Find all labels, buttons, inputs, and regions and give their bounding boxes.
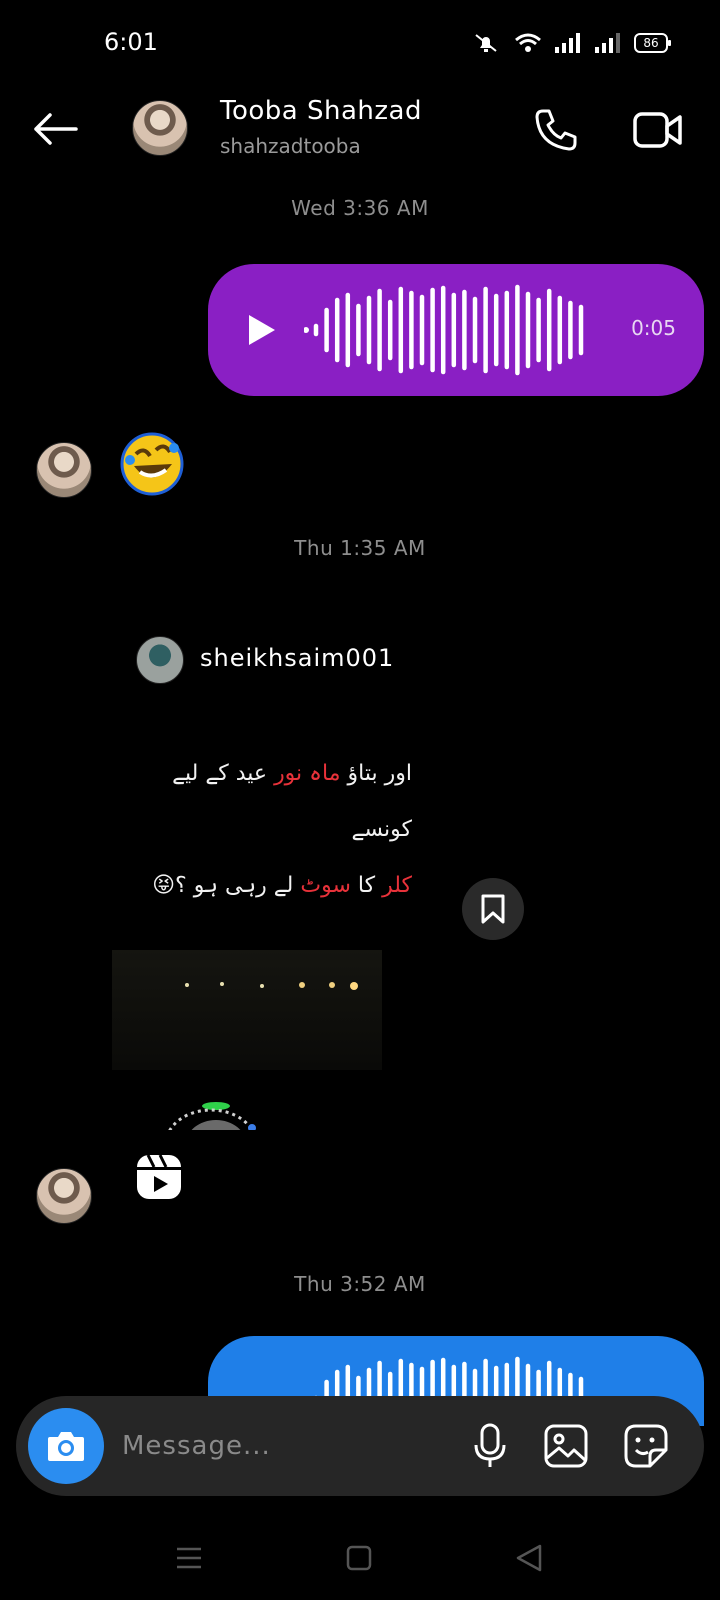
caption-line-1: اور بتاؤ ماہ نور عید کے لیے کونسے: [172, 761, 412, 842]
bookmark-icon: [481, 894, 505, 924]
rolling-laughing-emoji[interactable]: [118, 430, 186, 498]
message-input[interactable]: [122, 1420, 442, 1472]
wifi-icon: [515, 33, 541, 52]
system-nav-bar: [0, 1520, 720, 1600]
sender-avatar[interactable]: [36, 442, 92, 498]
video-call-button[interactable]: [628, 102, 688, 158]
back-nav-button[interactable]: [504, 1536, 554, 1580]
save-reel-button[interactable]: [462, 878, 524, 940]
microphone-icon: [474, 1423, 506, 1467]
contact-username[interactable]: shahzadtooba: [220, 134, 361, 158]
voice-record-button[interactable]: [464, 1420, 516, 1472]
timestamp-3: Thu 3:52 AM: [294, 1272, 426, 1296]
voice-message-sent[interactable]: 0:05: [208, 264, 704, 396]
back-button[interactable]: [30, 104, 80, 154]
gallery-button[interactable]: [540, 1420, 592, 1472]
voice-duration: 0:05: [631, 316, 676, 340]
sticker-button[interactable]: [620, 1420, 672, 1472]
battery-indicator: 86: [634, 33, 671, 53]
arrow-left-icon: [34, 113, 78, 145]
reel-caption: اور بتاؤ ماہ نور عید کے لیے کونسے کلر کا…: [132, 746, 412, 914]
timestamp-1: Wed 3:36 AM: [291, 196, 429, 220]
signal-icon: [555, 33, 580, 53]
road-scene: [112, 950, 382, 1070]
street-lights: [185, 982, 358, 990]
status-time: 6:01: [104, 28, 158, 56]
image-icon: [544, 1424, 588, 1468]
speedometer: [168, 1102, 256, 1130]
signal-icon-2: [595, 33, 620, 53]
message-composer: [16, 1396, 704, 1496]
timestamp-2: Thu 1:35 AM: [294, 536, 426, 560]
reel-owner-username[interactable]: sheikhsaim001: [200, 644, 394, 672]
video-camera-icon: [633, 112, 682, 148]
shared-reel[interactable]: sheikhsaim001 اور بتاؤ ماہ نور عید کے لی…: [112, 630, 432, 1130]
phone-icon: [535, 109, 577, 151]
menu-icon: [177, 1547, 201, 1569]
status-bar: 6:01 86: [0, 0, 720, 90]
chat-header: Tooba Shahzad shahzadtooba: [0, 90, 720, 170]
waveform: [304, 284, 584, 376]
voice-call-button[interactable]: [528, 102, 584, 158]
waveform-dot: [304, 327, 309, 333]
camera-icon: [48, 1432, 84, 1461]
sender-avatar-2[interactable]: [36, 1168, 92, 1224]
home-square-icon: [346, 1545, 372, 1571]
camera-button[interactable]: [28, 1408, 104, 1484]
menu-nav-button[interactable]: [164, 1536, 214, 1580]
back-triangle-icon: [516, 1544, 542, 1572]
reel-thumbnail[interactable]: اور بتاؤ ماہ نور عید کے لیے کونسے کلر کا…: [112, 710, 432, 1130]
status-icons: 86: [470, 32, 671, 54]
contact-name[interactable]: Tooba Shahzad: [220, 96, 422, 126]
home-nav-button[interactable]: [334, 1536, 384, 1580]
contact-avatar[interactable]: [132, 100, 188, 156]
mute-icon: [475, 34, 497, 52]
play-icon: [249, 315, 275, 345]
sticker-icon: [624, 1424, 668, 1468]
caption-line-2: کلر کا سوٹ لے رہی ہو ؟😝: [152, 873, 412, 898]
reels-icon: [137, 1154, 181, 1199]
play-button[interactable]: [242, 310, 282, 350]
reel-owner-avatar[interactable]: [136, 636, 184, 684]
